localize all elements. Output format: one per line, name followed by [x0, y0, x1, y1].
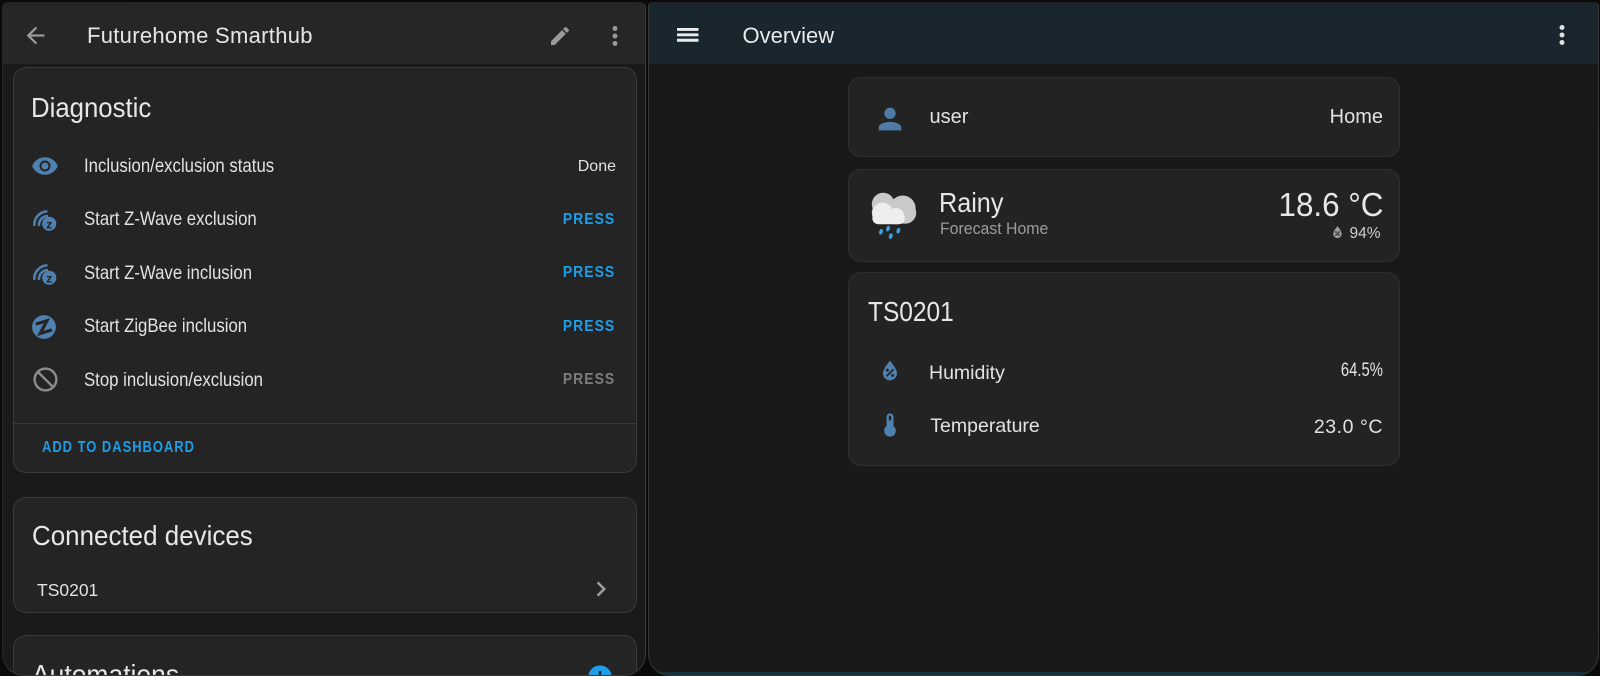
svg-text:z: z — [46, 271, 52, 285]
svg-text:z: z — [46, 218, 52, 232]
